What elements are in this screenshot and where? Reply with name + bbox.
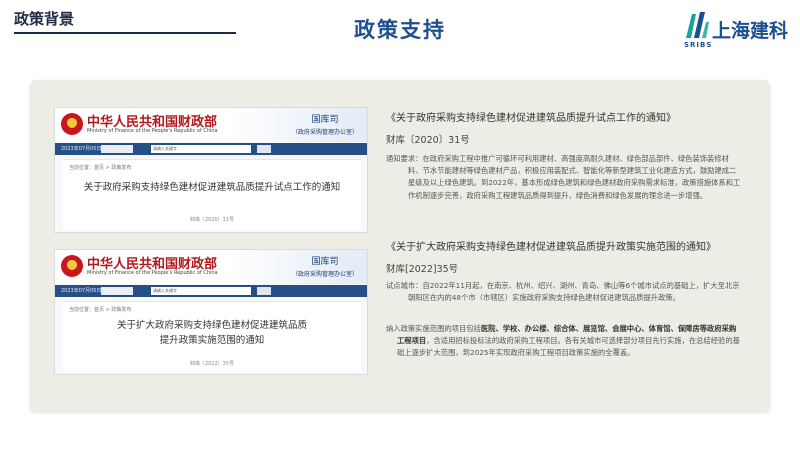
policy-number: 财库〔2020〕31号 — [386, 135, 470, 146]
document-body: 当前位置：首页 > 政策发布 关于扩大政府采购支持绿色建材促进建筑品质 提升政策… — [63, 301, 361, 372]
nav-search-button — [257, 145, 271, 153]
logo-name: 上海建科 — [712, 20, 789, 42]
policy-scope: 纳入政策实施范围的项目包括医院、学校、办公楼、综合体、展览馆、会展中心、体育馆、… — [386, 323, 742, 360]
policy-requirement-text: 在政府采购工程中推广可循环可利用建材、高强度高耐久建材、绿色部品部件、绿色装饰装… — [408, 154, 741, 200]
site-nav-bar: 2023年07月05日 请输入关键字 — [55, 143, 367, 155]
national-emblem-icon — [61, 113, 83, 135]
nav-search-input: 请输入关键字 — [151, 145, 251, 153]
policy-requirement-label: 通知要求： — [386, 154, 423, 163]
content-panel: 中华人民共和国财政部 Ministry of Finance of the Pe… — [30, 80, 770, 412]
ministry-name-en: Ministry of Finance of the People's Repu… — [87, 270, 218, 276]
department-name: 国库司 — [311, 257, 339, 267]
nav-search-button — [257, 287, 271, 295]
pilot-cities: 试点城市：自2022年11月起，在南京、杭州、绍兴、湖州、青岛、佛山等6个城市试… — [386, 280, 742, 304]
page-title: 政策支持 — [354, 18, 446, 42]
document-body: 当前位置：首页 > 政策发布 关于政府采购支持绿色建材促进建筑品质提升试点工作的… — [63, 159, 361, 230]
ministry-header: 中华人民共和国财政部 Ministry of Finance of the Pe… — [55, 108, 367, 142]
ministry-name-en: Ministry of Finance of the People's Repu… — [87, 128, 218, 134]
site-nav-bar: 2023年07月05日 请输入关键字 — [55, 285, 367, 297]
breadcrumb: 当前位置：首页 > 政策发布 — [69, 165, 132, 171]
national-emblem-icon — [61, 255, 83, 277]
nav-search-placeholder: 请输入关键字 — [153, 146, 177, 151]
breadcrumb: 当前位置：首页 > 政策发布 — [69, 307, 132, 313]
pilot-cities-text: 自2022年11月起，在南京、杭州、绍兴、湖州、青岛、佛山等6个城市试点的基础上… — [408, 281, 740, 303]
department-name: 国库司 — [311, 115, 339, 125]
logo-abbreviation: SRIBS — [684, 41, 713, 49]
document-number: 财库〔2022〕35号 — [189, 361, 235, 367]
sribs-logo-icon — [686, 12, 709, 38]
document-screenshot-1: 中华人民共和国财政部 Ministry of Finance of the Pe… — [54, 107, 368, 233]
nav-search-input: 请输入关键字 — [151, 287, 251, 295]
policy-requirement: 通知要求：在政府采购工程中推广可循环可利用建材、高强度高耐久建材、绿色部品部件、… — [386, 153, 742, 202]
department-subtitle: （政府采购管理办公室） — [291, 129, 358, 136]
policy-scope-lead: 纳入政策实施范围的项目包括 — [386, 324, 481, 333]
document-title: 关于政府采购支持绿色建材促进建筑品质提升试点工作的通知 — [63, 180, 361, 195]
document-title-line: 关于扩大政府采购支持绿色建材促进建筑品质 — [116, 320, 307, 331]
pilot-cities-label: 试点城市： — [386, 281, 423, 290]
nav-select — [101, 287, 133, 295]
policy-scope-tail: ，含适用招标投标法的政府采购工程项目。各有关城市可选择部分项目先行实施，在总结经… — [397, 336, 740, 358]
ministry-header: 中华人民共和国财政部 Ministry of Finance of the Pe… — [55, 250, 367, 284]
policy-number: 财库[2022]35号 — [386, 264, 459, 275]
nav-date: 2023年07月05日 — [61, 146, 102, 152]
nav-select — [101, 145, 133, 153]
policy-title: 《关于政府采购支持绿色建材促进建筑品质提升试点工作的通知》 — [386, 113, 676, 124]
document-title-line: 关于政府采购支持绿色建材促进建筑品质提升试点工作的通知 — [83, 182, 341, 193]
document-screenshot-2: 中华人民共和国财政部 Ministry of Finance of the Pe… — [54, 249, 368, 375]
document-number: 财库〔2020〕31号 — [189, 217, 235, 223]
nav-date: 2023年07月05日 — [61, 288, 102, 294]
document-title: 关于扩大政府采购支持绿色建材促进建筑品质 提升政策实施范围的通知 — [63, 318, 361, 348]
document-title-line: 提升政策实施范围的通知 — [159, 335, 265, 346]
department-subtitle: （政府采购管理办公室） — [291, 271, 358, 278]
policy-title: 《关于扩大政府采购支持绿色建材促进建筑品质提升政策实施范围的通知》 — [386, 242, 716, 253]
nav-search-placeholder: 请输入关键字 — [153, 288, 177, 293]
sribs-logo: SRIBS 上海建科 — [684, 10, 794, 50]
